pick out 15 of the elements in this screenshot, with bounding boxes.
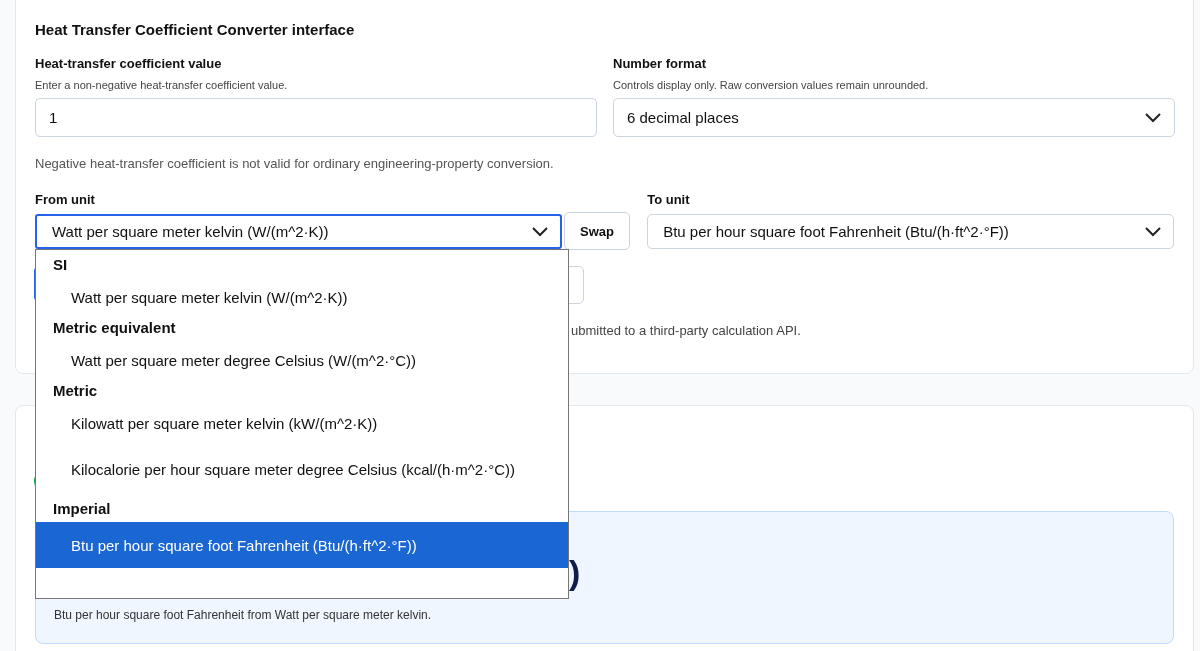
option-group-label: Imperial: [52, 500, 112, 519]
field-label: From unit: [35, 192, 96, 208]
field-hint: Enter a non-negative heat-transfer coefficient value.: [35, 78, 288, 92]
option-group-label: SI: [52, 256, 69, 275]
field-label: Heat-transfer coefficient value: [35, 56, 222, 72]
option-group-label: Metric equivalent: [52, 319, 177, 338]
field-label: To unit: [647, 192, 691, 208]
api-note: ubmitted to a third-party calculation API.: [571, 323, 802, 339]
validation-note: Negative heat-transfer coefficient is not valid for ordinary engineering-property conversion.: [35, 156, 555, 172]
field-hint: Controls display only. Raw conversion values remain unrounded.: [613, 78, 929, 92]
option-group-label: Metric: [52, 382, 99, 401]
field-label: Number format: [613, 56, 707, 72]
result-value: ): [568, 552, 582, 592]
result-caption: Btu per hour square foot Fahrenheit from Watt per square meter kelvin.: [54, 608, 433, 622]
card-title: Heat Transfer Coefficient Converter interface: [35, 21, 356, 39]
